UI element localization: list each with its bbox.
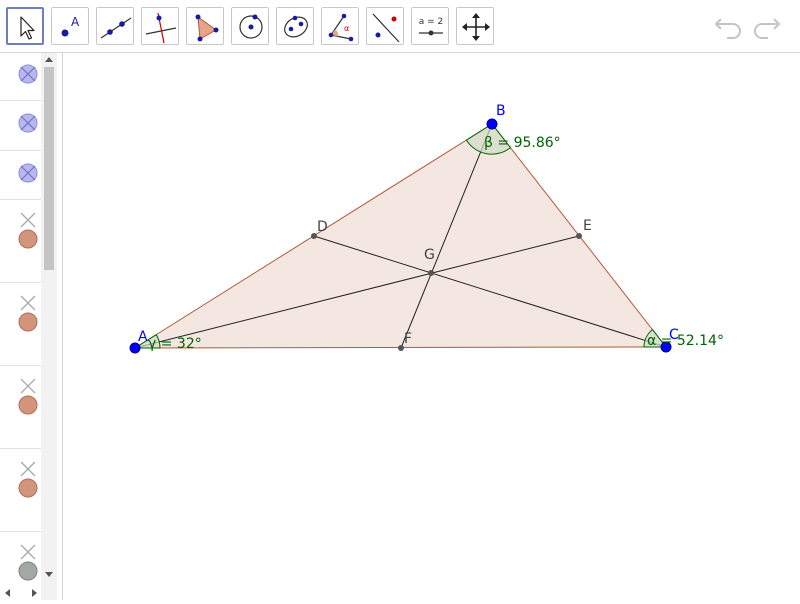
- hidden-object-toggle-icon[interactable]: [0, 151, 41, 199]
- angle-icon: α: [328, 13, 354, 42]
- perpendicular-line-icon: [145, 12, 177, 44]
- graphics-view[interactable]: A B C D E F G β = 95.86° γ = 32° α = 52.…: [63, 53, 800, 600]
- perpendicular-tool-button[interactable]: [141, 7, 179, 45]
- circle-center-point-icon: [239, 14, 263, 39]
- polygon-icon: [195, 14, 219, 42]
- polygon-tool-button[interactable]: [186, 7, 224, 45]
- algebra-scrollbar[interactable]: [41, 53, 57, 600]
- scroll-left-icon[interactable]: [5, 589, 10, 597]
- delete-icon[interactable]: [20, 461, 36, 477]
- ellipse-tool-button[interactable]: [276, 7, 314, 45]
- slider-tool-label: a = 2: [419, 17, 444, 27]
- delete-icon[interactable]: [20, 212, 36, 228]
- label-a: A: [138, 329, 148, 345]
- algebra-row[interactable]: [0, 53, 41, 101]
- angle-label-alpha: α = 52.14°: [647, 333, 724, 349]
- move-tool-button[interactable]: [6, 7, 44, 45]
- algebra-row[interactable]: [0, 449, 41, 532]
- visibility-toggle-icon[interactable]: [18, 395, 38, 415]
- slider-tool-button[interactable]: a = 2: [411, 7, 449, 45]
- cursor-arrow-icon: [20, 16, 35, 40]
- algebra-row[interactable]: [0, 101, 41, 151]
- point-g[interactable]: [428, 270, 434, 276]
- line-through-points-icon: [100, 17, 132, 39]
- algebra-row[interactable]: [0, 200, 41, 283]
- label-d: D: [317, 219, 328, 235]
- angle-label-beta: β = 95.86°: [484, 135, 561, 151]
- algebra-row[interactable]: [0, 283, 41, 366]
- redo-icon: [754, 18, 781, 39]
- algebra-row[interactable]: [0, 151, 41, 200]
- line-tool-button[interactable]: [96, 7, 134, 45]
- redo-button[interactable]: [750, 10, 784, 42]
- delete-icon[interactable]: [20, 378, 36, 394]
- toolbar: A α a = 2: [0, 0, 800, 53]
- svg-text:α: α: [344, 24, 349, 33]
- scroll-down-icon[interactable]: [45, 572, 53, 577]
- delete-icon[interactable]: [20, 544, 36, 560]
- visibility-toggle-icon[interactable]: [18, 561, 38, 581]
- scroll-right-icon[interactable]: [32, 589, 37, 597]
- point-e[interactable]: [576, 233, 582, 239]
- scroll-up-icon[interactable]: [45, 57, 53, 62]
- circle-tool-button[interactable]: [231, 7, 269, 45]
- triangle-abc[interactable]: [133, 123, 668, 349]
- undo-icon: [714, 18, 741, 39]
- label-f: F: [404, 331, 412, 347]
- point-tool-button[interactable]: A: [51, 7, 89, 45]
- algebra-row[interactable]: [0, 366, 41, 449]
- label-b: B: [496, 103, 506, 119]
- ellipse-icon: [284, 15, 308, 38]
- reflect-tool-button[interactable]: [366, 7, 404, 45]
- point-b[interactable]: [486, 118, 498, 130]
- point-tool-label: A: [71, 15, 80, 29]
- angle-tool-button[interactable]: α: [321, 7, 359, 45]
- label-g: G: [424, 247, 435, 263]
- visibility-toggle-icon[interactable]: [18, 229, 38, 249]
- move-graphics-tool-button[interactable]: [456, 7, 494, 45]
- label-e: E: [583, 218, 592, 234]
- point-icon: A: [61, 15, 80, 37]
- hidden-object-toggle-icon[interactable]: [0, 53, 41, 100]
- visibility-toggle-icon[interactable]: [18, 478, 38, 498]
- move-graphics-view-icon: [462, 13, 490, 41]
- undo-button[interactable]: [713, 10, 747, 42]
- reflect-about-line-icon: [372, 13, 400, 43]
- algebra-view: [0, 53, 63, 600]
- hidden-object-toggle-icon[interactable]: [0, 101, 41, 150]
- visibility-toggle-icon[interactable]: [18, 312, 38, 332]
- angle-label-gamma: γ = 32°: [148, 336, 202, 352]
- delete-icon[interactable]: [20, 295, 36, 311]
- slider-icon: a = 2: [419, 17, 444, 36]
